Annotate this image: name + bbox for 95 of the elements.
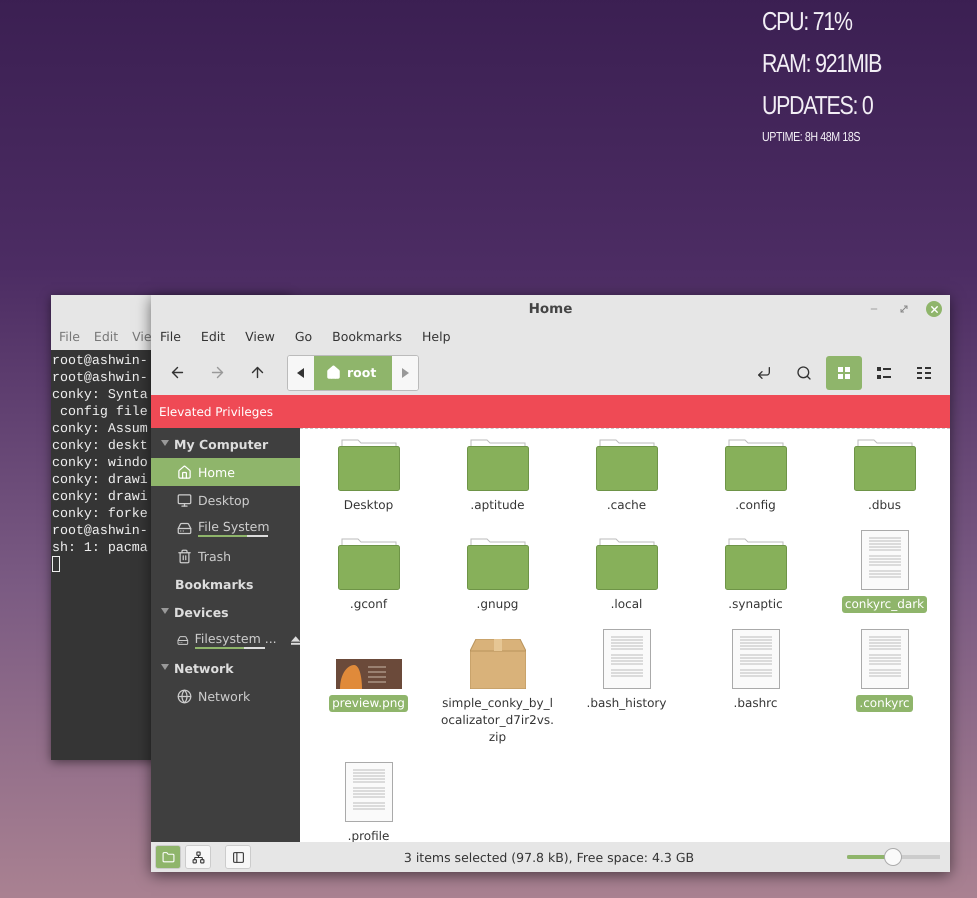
text-document-icon xyxy=(732,629,780,689)
terminal-line: config file xyxy=(58,403,148,420)
menu-item[interactable]: Edit xyxy=(200,329,226,344)
file-name[interactable]: Desktop xyxy=(340,497,396,514)
folder-icon xyxy=(854,438,916,491)
terminal-line: root@ashwin- xyxy=(52,352,148,369)
menu-item[interactable]: Bookmarks xyxy=(332,329,402,344)
status-text: 3 items selected (97.8 kB), Free space: 4.3 GB xyxy=(402,850,696,864)
text-document-icon xyxy=(860,530,908,590)
sidebar-item[interactable]: Filesystem ... xyxy=(151,626,300,654)
text-document-icon xyxy=(344,762,392,822)
file-name[interactable]: .bashrc xyxy=(730,695,780,712)
sidebar-label: Trash xyxy=(198,548,232,564)
monitor-icon xyxy=(177,492,192,508)
section-heading[interactable]: My Computer xyxy=(174,436,268,452)
terminal-line: root@ashwin- xyxy=(52,369,148,386)
text-document-icon xyxy=(860,629,908,689)
box-icon xyxy=(470,639,526,689)
sidebar-item[interactable]: Network xyxy=(151,682,300,710)
section-heading[interactable]: Devices xyxy=(174,604,229,620)
sidebar-label: Network xyxy=(198,688,250,704)
section-heading[interactable]: Bookmarks xyxy=(175,576,254,592)
eject-icon[interactable] xyxy=(290,634,300,646)
terminal-line: sh: 1: pacma xyxy=(52,539,148,556)
panel-icon xyxy=(232,850,244,864)
file-name[interactable]: .bash_history xyxy=(584,695,670,712)
file-name[interactable]: .aptitude xyxy=(467,497,528,514)
menu-item[interactable]: Edit xyxy=(94,329,118,344)
pane-button[interactable] xyxy=(185,845,211,869)
home-icon xyxy=(177,464,192,480)
window-title: Home xyxy=(528,301,572,317)
terminal-cursor xyxy=(52,556,60,572)
right-triangle-icon xyxy=(401,368,410,378)
file-name[interactable]: .synaptic xyxy=(725,596,786,613)
menu-item[interactable]: File xyxy=(59,329,80,344)
terminal-line: conky: Assum xyxy=(52,420,148,437)
folder-icon xyxy=(724,537,786,590)
trash-icon xyxy=(177,548,192,564)
file-name[interactable]: .cache xyxy=(604,497,650,514)
search-icon xyxy=(796,364,812,380)
menu-item[interactable]: Go xyxy=(294,329,312,344)
file-name[interactable]: .config xyxy=(732,497,779,514)
close-icon xyxy=(928,304,940,314)
sidebar-item[interactable]: File System xyxy=(151,514,300,542)
terminal-line: conky: forke xyxy=(52,505,148,522)
section-heading[interactable]: Network xyxy=(174,660,234,676)
folder-icon xyxy=(596,438,658,491)
globe-icon xyxy=(177,688,192,704)
file-name[interactable]: .gconf xyxy=(346,596,390,613)
terminal-line: conky: drawi xyxy=(52,471,148,488)
sidebar-label: Desktop xyxy=(198,492,250,508)
menu-item[interactable]: File xyxy=(160,329,181,344)
terminal-line: conky: deskt xyxy=(52,437,148,454)
zoom-slider-thumb[interactable] xyxy=(884,848,902,866)
folder-icon xyxy=(724,438,786,491)
system-stat: CPU: 71% xyxy=(762,5,854,38)
grid-icon xyxy=(838,366,850,378)
terminal-line: root@ashwin- xyxy=(52,522,148,539)
text-document-icon xyxy=(602,629,650,689)
drive-icon xyxy=(177,520,192,536)
folder-icon xyxy=(596,537,658,590)
menu-item[interactable]: Help xyxy=(422,329,450,344)
sidebar-label: Filesystem ... xyxy=(194,631,277,646)
sidebar-label: Home xyxy=(198,464,235,480)
sidebar-item[interactable]: Desktop xyxy=(151,486,300,514)
folder-icon xyxy=(466,537,528,590)
folder-icon xyxy=(466,438,528,491)
file-name[interactable]: .dbus xyxy=(865,497,904,514)
file-name[interactable]: .local xyxy=(608,596,646,613)
file-name[interactable]: .gnupg xyxy=(474,596,522,613)
return-arrow-icon xyxy=(756,364,772,380)
sidebar-item[interactable]: Trash xyxy=(151,542,300,570)
file-name[interactable]: simple_conky_by_localizator_d7ir2vs.zip xyxy=(436,695,560,746)
system-stat: UPTIME: 8H 48M 18S xyxy=(762,128,862,146)
image-thumbnail-icon xyxy=(336,659,402,689)
folder-icon xyxy=(338,438,400,491)
menu-item[interactable]: Vie xyxy=(132,329,152,344)
left-triangle-icon xyxy=(297,368,305,378)
list-icon xyxy=(877,366,891,378)
details-list-icon xyxy=(917,366,931,378)
system-stat: RAM: 921MIB xyxy=(762,47,882,80)
terminal-line: conky: Synta xyxy=(52,386,148,403)
folder-icon xyxy=(162,850,174,864)
sidebar-toggle-button[interactable] xyxy=(225,845,251,869)
close-button[interactable] xyxy=(926,301,942,317)
folder-icon xyxy=(338,537,400,590)
banner-text: Elevated Privileges xyxy=(159,404,273,418)
terminal-line: conky: drawi xyxy=(52,488,148,505)
maximize-icon xyxy=(900,305,908,313)
system-stat: UPDATES: 0 xyxy=(762,89,874,122)
sidebar-label: File System xyxy=(198,519,270,534)
home-icon xyxy=(326,365,341,380)
terminal-line: conky: windo xyxy=(52,454,148,471)
tree-icon xyxy=(192,850,204,864)
menu-item[interactable]: View xyxy=(245,329,275,344)
